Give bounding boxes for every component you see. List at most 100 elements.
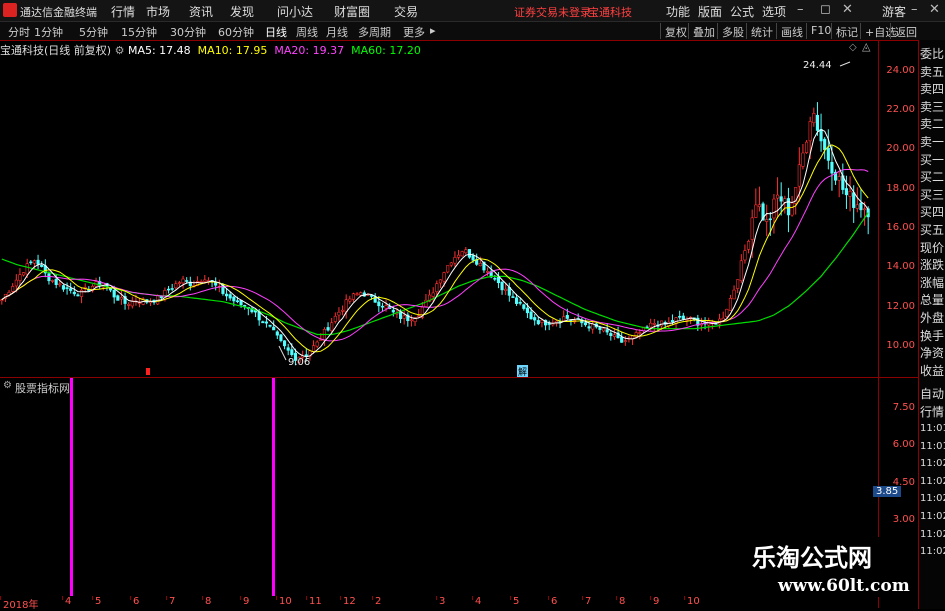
ma20-line (1, 168, 869, 342)
price-tick: 20.00 (886, 143, 915, 154)
tab-1min[interactable]: 1分钟 (34, 24, 63, 40)
side-item[interactable]: 卖三 (920, 98, 945, 115)
user-label[interactable]: 游客 (882, 3, 906, 20)
side-item[interactable]: 买四 (920, 203, 945, 220)
side-item[interactable]: 卖二 (920, 115, 945, 132)
tool-huaxian[interactable]: 画线 (776, 23, 807, 39)
side-item[interactable]: 买五 (920, 221, 945, 238)
event-marker[interactable] (146, 368, 150, 375)
side-time[interactable]: 11:02 (920, 476, 945, 487)
side-bottom-item[interactable]: 自动 (920, 385, 945, 402)
tool-back[interactable]: 返回 (890, 23, 921, 39)
candle-body (326, 327, 330, 331)
side-item[interactable]: 买一 (920, 151, 945, 168)
side-item[interactable]: 买二 (920, 168, 945, 185)
candle-body (11, 286, 15, 292)
menu-xuanxiang[interactable]: 选项 (762, 3, 786, 20)
side-time[interactable]: 11:02 (920, 511, 945, 522)
restore-icon[interactable]: ◻ (820, 2, 831, 17)
candle-body (801, 152, 805, 167)
tab-60min[interactable]: 60分钟 (218, 24, 254, 40)
minimize-icon[interactable]: – (797, 2, 804, 17)
tab-more[interactable]: 更多 (403, 24, 425, 40)
side-item[interactable]: 换手 (920, 327, 945, 344)
side-time[interactable]: 11:01 (920, 423, 945, 434)
candle-body (775, 194, 780, 199)
menu-shichang[interactable]: 市场 (146, 3, 170, 20)
side-item[interactable]: 涨跌 (920, 256, 945, 273)
candle-body (659, 320, 664, 327)
tab-monthly[interactable]: 月线 (326, 24, 348, 40)
menu-jiaoyi[interactable]: 交易 (394, 3, 418, 20)
kline-chart[interactable] (0, 56, 878, 377)
menu-gongneng[interactable]: 功能 (666, 3, 690, 20)
tool-tongji[interactable]: 统计 (746, 23, 777, 39)
login-warning[interactable]: 证券交易未登录 (514, 4, 591, 20)
candle-body (409, 319, 414, 322)
side-item[interactable]: 卖五 (920, 63, 945, 80)
window-close-icon[interactable]: ✕ (929, 2, 940, 17)
x-tick: 10 (279, 596, 292, 607)
side-time[interactable]: 11:02 (920, 493, 945, 504)
expand-icon[interactable]: ◬ (862, 40, 870, 53)
side-time[interactable]: 11:02 (920, 546, 945, 557)
tab-5min[interactable]: 5分钟 (79, 24, 108, 40)
x-tick: 8 (619, 596, 626, 607)
tab-multi-period[interactable]: 多周期 (358, 24, 391, 40)
chevron-right-icon[interactable]: ▸ (430, 24, 436, 37)
side-item[interactable]: 收益 (920, 362, 945, 379)
side-item[interactable]: 现价 (920, 239, 945, 256)
x-tick-mark (684, 596, 685, 600)
tool-fuquan[interactable]: 复权 (660, 23, 691, 39)
side-item[interactable]: 涨幅 (920, 274, 945, 291)
menu-zixun[interactable]: 资讯 (189, 3, 213, 20)
x-tick: 12 (343, 596, 356, 607)
menu-caifuquan[interactable]: 财富圈 (334, 3, 370, 20)
side-item[interactable]: 卖一 (920, 133, 945, 150)
candle-body (478, 263, 482, 267)
menu-faxian[interactable]: 发现 (230, 3, 254, 20)
x-tick-mark (92, 596, 93, 600)
close-icon[interactable]: ✕ (842, 2, 853, 17)
time-axis: 2018年 4 5 6 7 8 9 10 11 12 2 3 4 5 6 7 8 9 10 (0, 596, 878, 611)
candle-body (808, 121, 812, 142)
x-tick: 9 (243, 596, 250, 607)
side-time[interactable]: 11:01 (920, 441, 945, 452)
side-item[interactable]: 净资 (920, 344, 945, 361)
candle-body (467, 249, 472, 258)
tool-diejia[interactable]: 叠加 (688, 23, 719, 39)
menu-gongshi[interactable]: 公式 (730, 3, 754, 20)
candle-body (417, 315, 421, 317)
tab-daily[interactable]: 日线 (265, 24, 287, 40)
menu-hangqing[interactable]: 行情 (111, 3, 135, 20)
side-item[interactable]: 卖四 (920, 80, 945, 97)
menu-wenxiaoda[interactable]: 问小达 (277, 3, 313, 20)
menu-banmian[interactable]: 版面 (698, 3, 722, 20)
side-item[interactable]: 委比 (920, 45, 945, 62)
candle-body (826, 147, 830, 161)
window-minimize-icon[interactable]: – (911, 2, 918, 17)
side-item[interactable]: 买三 (920, 186, 945, 203)
tab-fenshi[interactable]: 分时 (8, 24, 30, 40)
tab-15min[interactable]: 15分钟 (121, 24, 157, 40)
tab-weekly[interactable]: 周线 (296, 24, 318, 40)
candle-body (243, 305, 247, 307)
x-tick-mark (548, 596, 549, 600)
tab-30min[interactable]: 30分钟 (170, 24, 206, 40)
tool-biaoji[interactable]: 标记 (831, 23, 862, 39)
side-item[interactable]: 总量 (920, 291, 945, 308)
candle-body (333, 315, 337, 322)
side-item[interactable]: 外盘 (920, 309, 945, 326)
candle-body (547, 323, 551, 325)
candle-body (837, 176, 841, 181)
side-time[interactable]: 11:02 (920, 529, 945, 540)
price-axis: 24.00 22.00 20.00 18.00 16.00 14.00 12.0… (873, 40, 919, 608)
x-tick-mark (436, 596, 437, 600)
side-bottom-item[interactable]: 行情 (920, 403, 945, 420)
candle-body (453, 257, 457, 264)
tool-duogu[interactable]: 多股 (717, 23, 748, 39)
watermark-title: 乐淘公式网 (752, 543, 872, 572)
candle-body (725, 308, 729, 317)
side-time[interactable]: 11:02 (920, 458, 945, 469)
candle-body (456, 254, 461, 258)
